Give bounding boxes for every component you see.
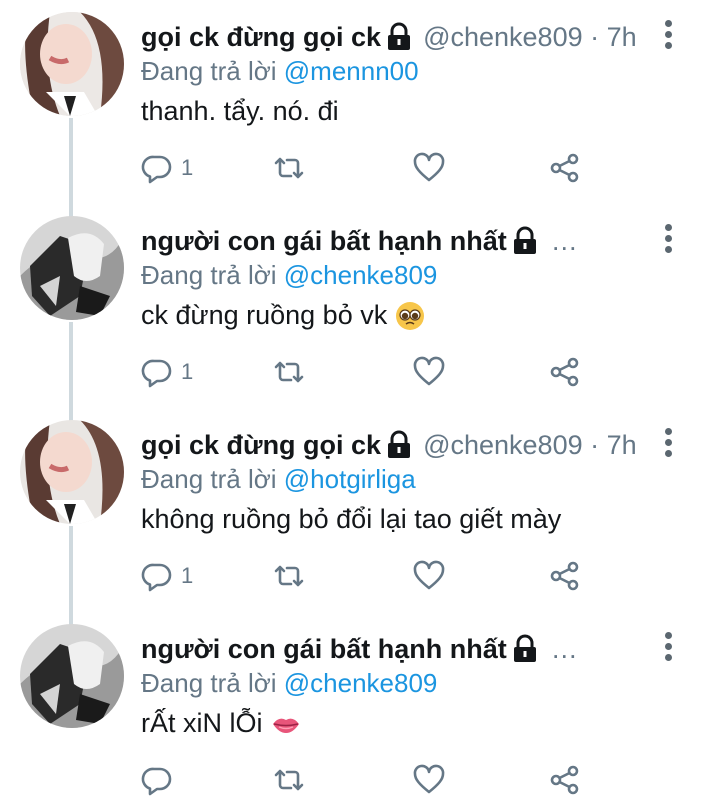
lock-icon [388,430,411,458]
avatar[interactable] [20,12,124,116]
pleading-face-emoji [396,301,425,330]
author-handle[interactable]: @chenke809 · 7h [423,430,637,461]
retweet-icon [274,157,304,179]
author-handle[interactable]: @chenke809 · 7h [423,22,637,53]
author-name[interactable]: người con gái bất hạnh nhất [141,226,507,257]
author-name[interactable]: gọi ck đừng gọi ck [141,22,381,53]
author-handle-truncated[interactable]: … [551,226,578,257]
replying-to: Đang trả lời @mennn00 [141,56,419,86]
tweet-actions: 1 [141,148,601,188]
reply-button[interactable]: 1 [141,556,193,596]
author-name[interactable]: gọi ck đừng gọi ck [141,430,381,461]
like-icon [413,152,445,182]
replying-to: Đang trả lời @chenke809 [141,260,438,290]
tweet-actions: 1 [141,556,601,596]
share-button[interactable] [549,352,581,392]
more-icon[interactable] [662,428,674,464]
tweet-header: người con gái bất hạnh nhất … [141,224,646,258]
tweet-text: rẤt xiN lỖi [141,708,301,739]
share-icon [550,357,579,387]
mention-link[interactable]: @chenke809 [284,260,438,290]
reply-icon [141,767,172,796]
author-name[interactable]: người con gái bất hạnh nhất [141,634,507,665]
reply-count: 1 [181,155,194,180]
mention-link[interactable]: @hotgirliga [284,464,416,494]
lock-icon [513,634,536,662]
reply-button[interactable]: 1 [141,352,193,392]
avatar[interactable] [20,624,124,728]
more-icon[interactable] [662,224,674,260]
avatar[interactable] [20,216,124,320]
tweet[interactable]: gọi ck đừng gọi ck @chenke809 · 7h Đang … [0,408,720,612]
reply-icon [141,359,172,388]
share-icon [550,765,579,795]
like-button[interactable] [413,760,445,800]
retweet-icon [274,361,304,383]
retweet-button[interactable] [273,352,305,392]
tweet-header: gọi ck đừng gọi ck @chenke809 · 7h [141,20,646,54]
share-button[interactable] [549,760,581,800]
tweet-actions: 1 [141,352,601,392]
share-button[interactable] [549,148,581,188]
replying-to: Đang trả lời @chenke809 [141,668,438,698]
tweet-text: thanh. tẩy. nó. đi [141,96,339,126]
author-handle-truncated[interactable]: … [551,634,578,665]
tweet-text: ck đừng ruồng bỏ vk [141,300,425,331]
more-icon[interactable] [662,632,674,668]
tweet[interactable]: người con gái bất hạnh nhất … Đang trả l… [0,204,720,408]
retweet-icon [274,565,304,587]
share-icon [550,153,579,183]
replying-to: Đang trả lời @hotgirliga [141,464,416,494]
reply-button[interactable]: 1 [141,148,193,188]
like-icon [413,764,445,794]
more-icon[interactable] [662,20,674,56]
retweet-icon [274,769,304,791]
tweet-header: gọi ck đừng gọi ck @chenke809 · 7h [141,428,646,462]
like-button[interactable] [413,352,445,392]
mention-link[interactable]: @mennn00 [284,56,419,86]
tweet[interactable]: người con gái bất hạnh nhất … Đang trả l… [0,612,720,808]
like-icon [413,560,445,590]
reply-count: 1 [181,563,194,588]
tweet-header: người con gái bất hạnh nhất … [141,632,646,666]
reply-count: 1 [181,359,194,384]
like-button[interactable] [413,148,445,188]
reply-icon [141,563,172,592]
reply-icon [141,155,172,184]
share-button[interactable] [549,556,581,596]
like-button[interactable] [413,556,445,596]
lips-emoji [272,718,299,733]
tweet-text: không ruồng bỏ đổi lại tao giết mày [141,504,562,534]
tweet-actions [141,760,601,800]
share-icon [550,561,579,591]
lock-icon [388,22,411,50]
retweet-button[interactable] [273,556,305,596]
mention-link[interactable]: @chenke809 [284,668,438,698]
tweet[interactable]: gọi ck đừng gọi ck @chenke809 · 7h Đang … [0,0,720,204]
retweet-button[interactable] [273,148,305,188]
reply-button[interactable] [141,760,181,800]
lock-icon [513,226,536,254]
avatar[interactable] [20,420,124,524]
retweet-button[interactable] [273,760,305,800]
like-icon [413,356,445,386]
